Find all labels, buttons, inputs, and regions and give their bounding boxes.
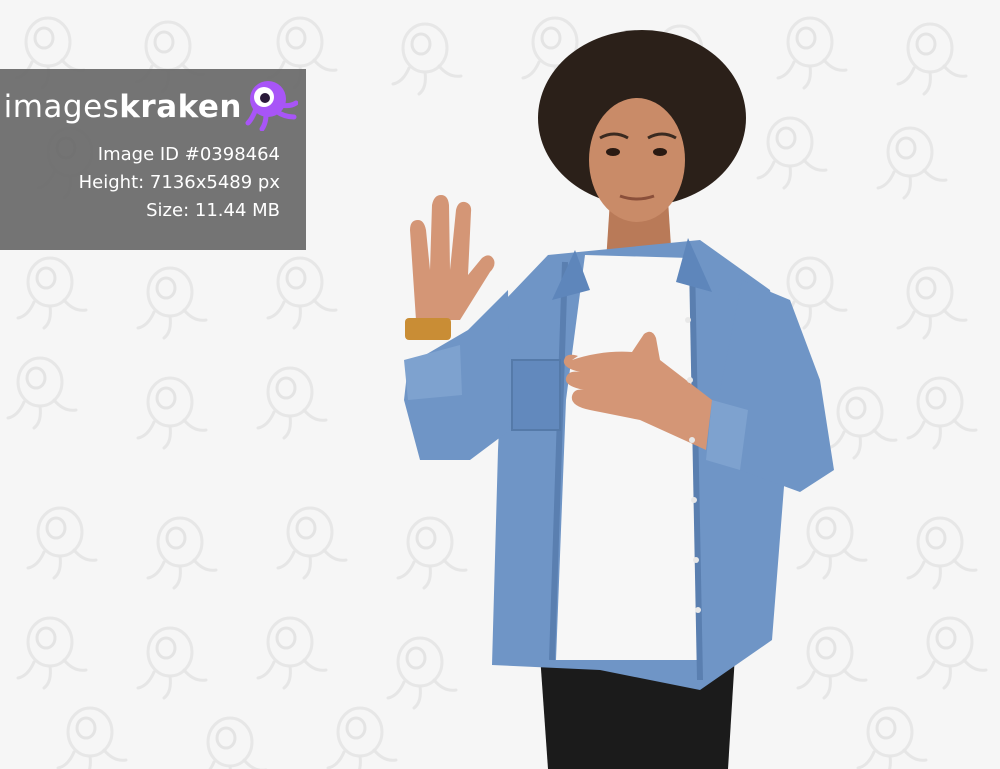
wristwatch: [405, 318, 451, 340]
image-metadata: Image ID #0398464 Height: 7136x5489 px S…: [79, 141, 280, 225]
kraken-mascot-icon: [245, 81, 298, 131]
image-id: Image ID #0398464: [97, 144, 280, 165]
brand-logo: imageskraken: [4, 77, 300, 133]
white-tshirt: [556, 255, 698, 660]
brand-name-light: images: [3, 89, 120, 125]
image-info-panel: imageskraken Image ID #0398464 Height: 7…: [0, 69, 306, 250]
face: [589, 98, 685, 222]
brand-name: imageskraken: [4, 89, 242, 125]
image-file-size: Size: 11.44 MB: [146, 200, 280, 221]
raised-hand: [410, 195, 495, 320]
brand-name-bold: kraken: [119, 89, 242, 125]
stock-photo: imageskraken Image ID #0398464 Height: 7…: [0, 0, 1000, 769]
image-dimensions: Height: 7136x5489 px: [78, 172, 280, 193]
